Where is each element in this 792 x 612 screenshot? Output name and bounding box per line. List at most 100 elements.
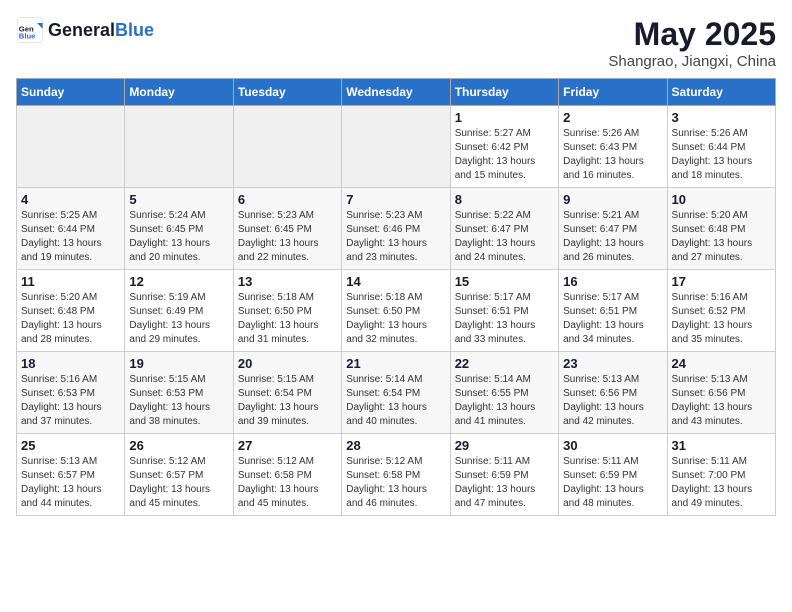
day-info: Sunrise: 5:12 AM Sunset: 6:58 PM Dayligh… (238, 455, 337, 511)
day-info: Sunrise: 5:15 AM Sunset: 6:54 PM Dayligh… (238, 373, 337, 429)
calendar-cell: 6 Sunrise: 5:23 AM Sunset: 6:45 PM Daylig… (233, 188, 341, 270)
calendar-cell: 8 Sunrise: 5:22 AM Sunset: 6:47 PM Daylig… (450, 188, 558, 270)
day-number: 21 (346, 356, 445, 371)
day-info: Sunrise: 5:26 AM Sunset: 6:43 PM Dayligh… (563, 127, 662, 183)
calendar-cell (342, 106, 450, 188)
day-info: Sunrise: 5:21 AM Sunset: 6:47 PM Dayligh… (563, 209, 662, 265)
day-info: Sunrise: 5:19 AM Sunset: 6:49 PM Dayligh… (129, 291, 228, 347)
day-number: 17 (672, 274, 771, 289)
day-info: Sunrise: 5:18 AM Sunset: 6:50 PM Dayligh… (238, 291, 337, 347)
day-number: 25 (21, 438, 120, 453)
calendar-cell: 10Sunrise: 5:20 AM Sunset: 6:48 PM Dayli… (667, 188, 775, 270)
weekday-header-saturday: Saturday (667, 79, 775, 106)
day-number: 14 (346, 274, 445, 289)
calendar-cell: 24 Sunrise: 5:13 AM Sunset: 6:56 PM Dayli… (667, 352, 775, 434)
day-number: 19 (129, 356, 228, 371)
calendar-cell: 23 Sunrise: 5:13 AM Sunset: 6:56 PM Dayli… (559, 352, 667, 434)
day-number: 5 (129, 192, 228, 207)
day-number: 18 (21, 356, 120, 371)
calendar-cell: 22 Sunrise: 5:14 AM Sunset: 6:55 PM Dayli… (450, 352, 558, 434)
weekday-header-friday: Friday (559, 79, 667, 106)
main-title: May 2025 (608, 16, 776, 53)
calendar-cell: 13 Sunrise: 5:18 AM Sunset: 6:50 PM Dayli… (233, 270, 341, 352)
day-number: 8 (455, 192, 554, 207)
day-info: Sunrise: 5:13 AM Sunset: 6:56 PM Dayligh… (672, 373, 771, 429)
day-number: 23 (563, 356, 662, 371)
day-number: 6 (238, 192, 337, 207)
day-number: 16 (563, 274, 662, 289)
day-info: Sunrise: 5:13 AM Sunset: 6:57 PM Dayligh… (21, 455, 120, 511)
day-info: Sunrise: 5:23 AM Sunset: 6:45 PM Dayligh… (238, 209, 337, 265)
calendar-cell (125, 106, 233, 188)
day-number: 12 (129, 274, 228, 289)
logo-blue: Blue (115, 20, 154, 40)
calendar-cell: 11Sunrise: 5:20 AM Sunset: 6:48 PM Dayli… (17, 270, 125, 352)
calendar-cell: 25 Sunrise: 5:13 AM Sunset: 6:57 PM Dayli… (17, 434, 125, 516)
day-number: 4 (21, 192, 120, 207)
calendar-cell: 28 Sunrise: 5:12 AM Sunset: 6:58 PM Dayli… (342, 434, 450, 516)
day-number: 2 (563, 110, 662, 125)
calendar-cell: 12 Sunrise: 5:19 AM Sunset: 6:49 PM Dayli… (125, 270, 233, 352)
day-info: Sunrise: 5:18 AM Sunset: 6:50 PM Dayligh… (346, 291, 445, 347)
day-number: 20 (238, 356, 337, 371)
day-number: 3 (672, 110, 771, 125)
calendar-cell: 26 Sunrise: 5:12 AM Sunset: 6:57 PM Dayli… (125, 434, 233, 516)
svg-text:Blue: Blue (19, 31, 36, 40)
calendar-cell: 17 Sunrise: 5:16 AM Sunset: 6:52 PM Dayli… (667, 270, 775, 352)
day-info: Sunrise: 5:17 AM Sunset: 6:51 PM Dayligh… (455, 291, 554, 347)
day-number: 7 (346, 192, 445, 207)
day-info: Sunrise: 5:16 AM Sunset: 6:52 PM Dayligh… (672, 291, 771, 347)
weekday-header-wednesday: Wednesday (342, 79, 450, 106)
logo: Gen Blue GeneralBlue (16, 16, 154, 44)
day-number: 11 (21, 274, 120, 289)
day-info: Sunrise: 5:11 AM Sunset: 6:59 PM Dayligh… (563, 455, 662, 511)
day-info: Sunrise: 5:17 AM Sunset: 6:51 PM Dayligh… (563, 291, 662, 347)
day-number: 24 (672, 356, 771, 371)
calendar-cell (233, 106, 341, 188)
weekday-header-thursday: Thursday (450, 79, 558, 106)
calendar-cell: 29 Sunrise: 5:11 AM Sunset: 6:59 PM Dayli… (450, 434, 558, 516)
calendar-cell: 7 Sunrise: 5:23 AM Sunset: 6:46 PM Daylig… (342, 188, 450, 270)
weekday-header-tuesday: Tuesday (233, 79, 341, 106)
calendar-cell: 30Sunrise: 5:11 AM Sunset: 6:59 PM Dayli… (559, 434, 667, 516)
day-info: Sunrise: 5:24 AM Sunset: 6:45 PM Dayligh… (129, 209, 228, 265)
day-info: Sunrise: 5:13 AM Sunset: 6:56 PM Dayligh… (563, 373, 662, 429)
day-info: Sunrise: 5:16 AM Sunset: 6:53 PM Dayligh… (21, 373, 120, 429)
day-info: Sunrise: 5:14 AM Sunset: 6:55 PM Dayligh… (455, 373, 554, 429)
day-info: Sunrise: 5:11 AM Sunset: 7:00 PM Dayligh… (672, 455, 771, 511)
day-info: Sunrise: 5:14 AM Sunset: 6:54 PM Dayligh… (346, 373, 445, 429)
calendar-cell (17, 106, 125, 188)
day-number: 15 (455, 274, 554, 289)
day-info: Sunrise: 5:20 AM Sunset: 6:48 PM Dayligh… (672, 209, 771, 265)
day-number: 28 (346, 438, 445, 453)
calendar-cell: 19Sunrise: 5:15 AM Sunset: 6:53 PM Dayli… (125, 352, 233, 434)
day-info: Sunrise: 5:27 AM Sunset: 6:42 PM Dayligh… (455, 127, 554, 183)
day-info: Sunrise: 5:12 AM Sunset: 6:58 PM Dayligh… (346, 455, 445, 511)
calendar-cell: 18 Sunrise: 5:16 AM Sunset: 6:53 PM Dayli… (17, 352, 125, 434)
calendar-cell: 4Sunrise: 5:25 AM Sunset: 6:44 PM Daylig… (17, 188, 125, 270)
calendar-cell: 27 Sunrise: 5:12 AM Sunset: 6:58 PM Dayli… (233, 434, 341, 516)
day-info: Sunrise: 5:11 AM Sunset: 6:59 PM Dayligh… (455, 455, 554, 511)
day-number: 26 (129, 438, 228, 453)
title-area: May 2025 Shangrao, Jiangxi, China (608, 16, 776, 70)
header: Gen Blue GeneralBlue May 2025 Shangrao, … (16, 16, 776, 70)
subtitle: Shangrao, Jiangxi, China (608, 53, 776, 70)
day-info: Sunrise: 5:22 AM Sunset: 6:47 PM Dayligh… (455, 209, 554, 265)
day-number: 31 (672, 438, 771, 453)
weekday-header-monday: Monday (125, 79, 233, 106)
day-info: Sunrise: 5:23 AM Sunset: 6:46 PM Dayligh… (346, 209, 445, 265)
calendar-cell: 20 Sunrise: 5:15 AM Sunset: 6:54 PM Dayli… (233, 352, 341, 434)
day-info: Sunrise: 5:12 AM Sunset: 6:57 PM Dayligh… (129, 455, 228, 511)
calendar-cell: 15 Sunrise: 5:17 AM Sunset: 6:51 PM Dayli… (450, 270, 558, 352)
day-number: 9 (563, 192, 662, 207)
day-number: 13 (238, 274, 337, 289)
day-number: 1 (455, 110, 554, 125)
calendar-cell: 1 Sunrise: 5:27 AM Sunset: 6:42 PM Daylig… (450, 106, 558, 188)
calendar-cell: 3Sunrise: 5:26 AM Sunset: 6:44 PM Daylig… (667, 106, 775, 188)
day-number: 27 (238, 438, 337, 453)
day-number: 22 (455, 356, 554, 371)
day-number: 29 (455, 438, 554, 453)
calendar-cell: 14 Sunrise: 5:18 AM Sunset: 6:50 PM Dayli… (342, 270, 450, 352)
calendar-cell: 5 Sunrise: 5:24 AM Sunset: 6:45 PM Daylig… (125, 188, 233, 270)
logo-text: GeneralBlue (48, 20, 154, 41)
